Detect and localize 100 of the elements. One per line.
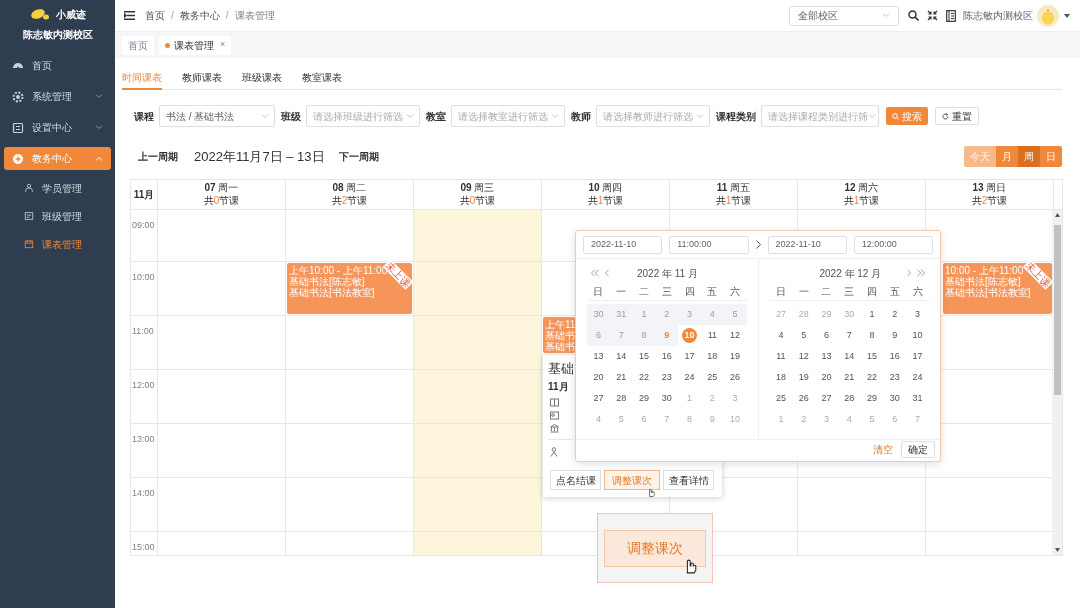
time-label: 09:00 (132, 220, 155, 230)
calendar-day[interactable]: 4 (778, 328, 784, 343)
calendar-day[interactable]: 19 (798, 370, 809, 385)
calendar-day[interactable]: 29 (638, 391, 649, 406)
calendar-day[interactable]: 21 (616, 370, 627, 385)
page-tab[interactable]: 课表管理 × (159, 35, 232, 55)
calendar-day[interactable]: 24 (684, 370, 695, 385)
breadcrumb-item[interactable]: 教务中心 (179, 8, 220, 23)
page-tab[interactable]: 首页 (122, 35, 154, 55)
sidebar-item[interactable]: 系统管理 (4, 85, 111, 108)
campus-select[interactable]: 全部校区 (789, 5, 899, 26)
date-input[interactable]: 11:00:00 (669, 235, 749, 254)
lesson-action-button[interactable]: 点名结课 (550, 470, 601, 490)
breadcrumb-item[interactable]: 首页 (145, 8, 165, 23)
scroll-down-icon[interactable] (1054, 548, 1060, 552)
calendar-day[interactable]: 22 (867, 370, 878, 385)
calendar-day[interactable]: 16 (661, 349, 672, 364)
calendar-day[interactable]: 5 (801, 328, 807, 343)
calendar-day[interactable]: 18 (775, 370, 786, 385)
double-chevron-left-icon[interactable] (591, 269, 599, 277)
calendar-day[interactable]: 9 (892, 328, 898, 343)
scroll-up-icon[interactable] (1054, 213, 1060, 217)
calendar-day[interactable]: 28 (616, 391, 627, 406)
close-button[interactable]: × (220, 38, 226, 52)
month-title: 2022 年 12 月 (819, 266, 882, 281)
calendar-day[interactable]: 28 (844, 391, 855, 406)
calendar-day[interactable]: 6 (823, 328, 829, 343)
calendar-day[interactable]: 10 (912, 328, 923, 343)
calendar-day[interactable]: 20 (821, 370, 832, 385)
view-tab[interactable]: 教室课表 (302, 66, 342, 90)
calendar-day[interactable]: 26 (798, 391, 809, 406)
calendar-day[interactable]: 22 (638, 370, 649, 385)
calendar-day[interactable]: 31 (912, 391, 923, 406)
calendar-day[interactable]: 15 (867, 349, 878, 364)
list-icon (24, 211, 34, 221)
calendar-day[interactable]: 8 (869, 328, 875, 343)
submenu-item[interactable]: 学员管理 (0, 174, 115, 202)
sidebar-item[interactable]: 首页 (4, 54, 111, 77)
filter-select[interactable]: 书法 / 基础书法 (159, 105, 275, 127)
submenu-item[interactable]: 课表管理 (0, 230, 115, 258)
calendar-day[interactable]: 12 (798, 349, 809, 364)
reset-button[interactable]: 重置 (935, 107, 979, 125)
calendar-day: 4 (709, 307, 715, 322)
calendar-day[interactable]: 11 (707, 328, 717, 343)
submenu-item[interactable]: 班级管理 (0, 202, 115, 230)
calendar-day[interactable]: 24 (912, 370, 923, 385)
calendar-day[interactable]: 12 (730, 328, 741, 343)
calendar-day[interactable]: 17 (912, 349, 923, 364)
calendar-day[interactable]: 25 (707, 370, 718, 385)
view-tab[interactable]: 教师课表 (182, 66, 222, 90)
calendar-day[interactable]: 17 (684, 349, 695, 364)
date-input[interactable]: 12:00:00 (853, 235, 933, 254)
breadcrumb-item[interactable]: 课表管理 (234, 8, 275, 23)
calendar-day[interactable]: 11 (776, 349, 786, 364)
calendar-day[interactable]: 27 (821, 391, 832, 406)
view-tab[interactable]: 班级课表 (242, 66, 282, 90)
next-week-button[interactable]: 下一周期 (338, 149, 379, 164)
calendar-day[interactable]: 23 (661, 370, 672, 385)
book-icon[interactable] (946, 9, 956, 22)
calendar-day[interactable]: 7 (846, 328, 852, 343)
chevron-left-icon[interactable] (605, 269, 609, 277)
calendar-day[interactable]: 30 (889, 391, 900, 406)
compress-icon[interactable] (927, 10, 938, 21)
calendar-day[interactable]: 15 (638, 349, 649, 364)
calendar-day[interactable]: 1 (869, 307, 875, 322)
calendar-day[interactable]: 21 (844, 370, 855, 385)
chevron-right-icon[interactable] (907, 269, 911, 277)
chevron-down-icon (95, 94, 103, 99)
confirm-button[interactable]: 确定 (901, 441, 935, 458)
calendar-day[interactable]: 29 (867, 391, 878, 406)
calendar-day[interactable]: 14 (844, 349, 855, 364)
sidebar-item[interactable]: 设置中心 (4, 116, 111, 139)
avatar-icon[interactable] (1037, 4, 1059, 27)
date-input[interactable]: 2022-11-10 (583, 235, 663, 254)
scrollbar-thumb[interactable] (1053, 225, 1061, 395)
calendar-day[interactable]: 27 (593, 391, 604, 406)
double-chevron-right-icon[interactable] (917, 269, 925, 277)
weekday-label: 六 (911, 285, 924, 299)
calendar-day[interactable]: 2 (892, 307, 898, 322)
calendar-day[interactable]: 13 (821, 349, 832, 364)
calendar-day[interactable]: 25 (775, 391, 786, 406)
calendar-day[interactable]: 14 (616, 349, 627, 364)
chevron-up-icon (95, 156, 103, 161)
search-icon[interactable] (908, 10, 919, 21)
calendar-day[interactable]: 20 (593, 370, 604, 385)
calendar-day: 2 (664, 307, 670, 322)
calendar-day[interactable]: 3 (915, 307, 921, 322)
date-input[interactable]: 2022-11-10 (767, 235, 847, 254)
lesson-action-button[interactable]: 查看详情 (663, 470, 714, 490)
calendar-day[interactable]: 23 (889, 370, 900, 385)
id-card-icon (550, 411, 559, 420)
calendar-day[interactable]: 30 (661, 391, 672, 406)
calendar-day[interactable]: 16 (889, 349, 900, 364)
weekday-label: 日 (774, 285, 787, 299)
calendar-day[interactable]: 26 (730, 370, 741, 385)
calendar-day[interactable]: 19 (730, 349, 741, 364)
month-title: 2022 年 11 月 (637, 266, 698, 281)
calendar-day[interactable]: 13 (593, 349, 604, 364)
prev-week-button[interactable]: 上一周期 (138, 149, 178, 164)
calendar-day[interactable]: 18 (707, 349, 718, 364)
